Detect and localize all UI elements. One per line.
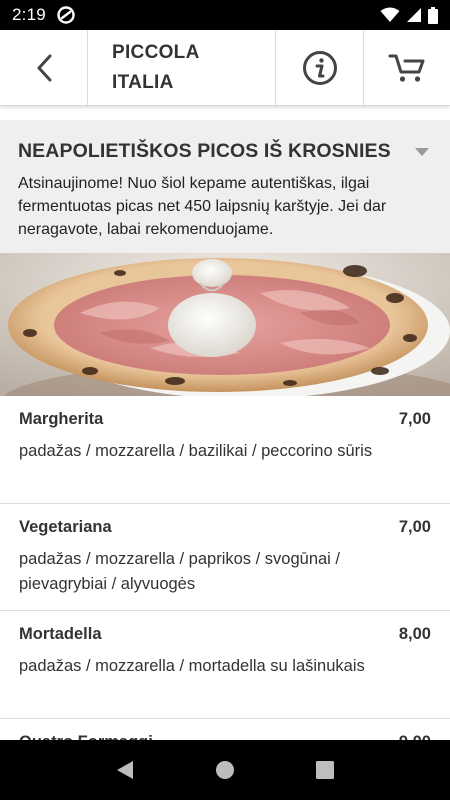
- item-name: Mortadella: [19, 625, 102, 643]
- menu-item[interactable]: Vegetariana 7,00 padažas / mozzarella / …: [0, 504, 450, 611]
- item-name: Vegetariana: [19, 517, 112, 536]
- nav-back-icon: [117, 761, 133, 779]
- nav-recents-icon: [316, 761, 334, 779]
- category-title: NEAPOLIETIŠKOS PICOS IŠ KROSNIES: [18, 140, 391, 162]
- battery-icon: [428, 6, 438, 24]
- info-button[interactable]: [276, 30, 364, 105]
- wifi-icon: [380, 7, 400, 22]
- signal-icon: [407, 8, 421, 22]
- item-price: 8,00: [398, 625, 431, 643]
- nav-recents-button[interactable]: [305, 750, 345, 790]
- status-bar: 2:19: [0, 0, 450, 30]
- item-price: 7,00: [398, 517, 431, 536]
- menu-item[interactable]: Margherita 7,00 padažas / mozzarella / b…: [0, 396, 450, 504]
- status-time: 2:19: [12, 5, 46, 24]
- chevron-down-icon[interactable]: [414, 147, 430, 157]
- cart-button[interactable]: [364, 30, 450, 105]
- item-description: padažas / mozzarella / mortadella su laš…: [19, 657, 365, 675]
- item-description: padažas / mozzarella / bazilikai / pecco…: [19, 442, 373, 460]
- back-button[interactable]: [0, 30, 88, 105]
- app-bar: PICCOLA ITALIA: [0, 30, 450, 106]
- info-icon: [302, 50, 337, 85]
- nav-home-button[interactable]: [205, 750, 245, 790]
- item-name: Margherita: [19, 410, 104, 428]
- category-description: Atsinaujinome! Nuo šiol kepame autentišk…: [18, 175, 387, 238]
- app-title: PICCOLA ITALIA: [112, 41, 199, 93]
- nav-home-icon: [216, 761, 234, 779]
- app-title-cell: PICCOLA ITALIA: [88, 30, 276, 105]
- item-description: padažas / mozzarella / paprikos / svogūn…: [19, 549, 341, 593]
- category-section[interactable]: NEAPOLIETIŠKOS PICOS IŠ KROSNIES Atsinau…: [0, 120, 450, 253]
- cart-icon: [388, 54, 425, 82]
- system-nav-bar: [0, 740, 450, 800]
- back-arrow-icon: [37, 54, 51, 81]
- pizza-photo: [0, 253, 450, 396]
- menu-item[interactable]: Mortadella 8,00 padažas / mozzarella / m…: [0, 611, 450, 719]
- nav-back-button[interactable]: [105, 750, 145, 790]
- item-price: 7,00: [398, 410, 431, 428]
- app-notification-icon: [57, 6, 75, 24]
